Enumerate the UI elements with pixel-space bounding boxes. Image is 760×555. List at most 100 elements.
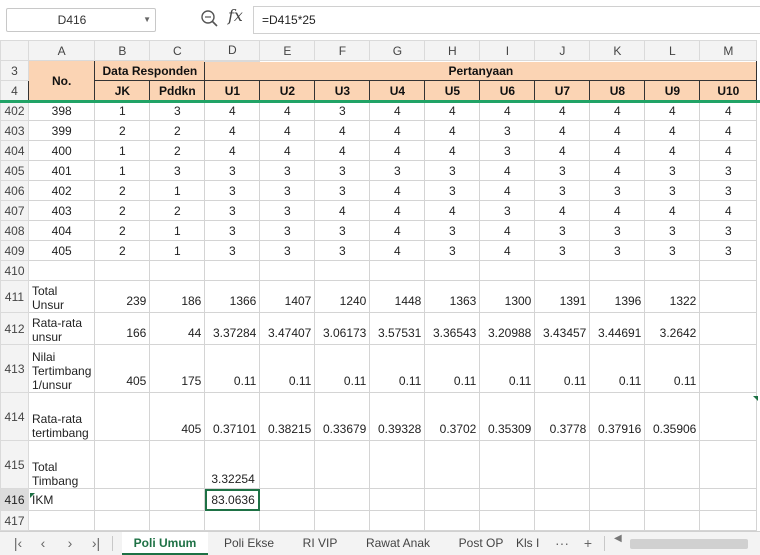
cell[interactable]: 0.11 [259,344,316,393]
tab-poli-ekse[interactable]: Poli Ekse [214,532,284,555]
column-header-b[interactable]: B [94,40,151,61]
cell[interactable]: 4 [589,140,646,161]
column-header-c[interactable]: C [149,40,206,61]
cell[interactable]: 4 [589,200,646,221]
row-header[interactable]: 409 [0,240,29,261]
scroll-thumb[interactable] [630,539,748,549]
cell[interactable]: 405 [94,344,151,393]
add-sheet-icon[interactable]: + [578,532,598,554]
tab-ri-vip[interactable]: RI VIP [290,532,350,555]
cell[interactable] [94,392,151,441]
cell[interactable] [424,260,481,281]
row-header[interactable]: 404 [0,140,29,161]
cell[interactable] [699,488,758,511]
cell[interactable] [424,440,481,489]
cell[interactable] [699,260,758,281]
cell[interactable]: 2 [94,180,151,201]
cell[interactable]: 3.43457 [534,312,591,345]
cell[interactable]: 3 [479,200,536,221]
total-timbang-value[interactable]: 3.32254 [204,440,261,489]
column-header-a[interactable]: A [27,40,96,61]
cell[interactable]: 1448 [369,280,426,313]
cell[interactable] [534,440,591,489]
cell[interactable]: 4 [589,120,646,141]
cell[interactable] [589,488,646,511]
cell[interactable]: 0.35906 [644,392,701,441]
cell[interactable]: 4 [259,120,316,141]
cell[interactable] [644,260,701,281]
cell[interactable]: 3 [589,180,646,201]
cell[interactable]: 3 [479,140,536,161]
more-sheets-icon[interactable]: ··· [552,532,572,554]
row-header[interactable]: 406 [0,180,29,201]
ikm-value-active-cell[interactable]: 83.0636 [204,488,261,511]
cell[interactable]: 3 [644,240,701,261]
cell[interactable]: 1366 [204,280,261,313]
cell[interactable] [259,260,316,281]
cell[interactable]: 1396 [589,280,646,313]
row-header[interactable]: 413 [0,344,29,393]
column-header-e[interactable]: E [259,40,316,61]
cell[interactable]: 4 [479,100,536,121]
header-u10[interactable]: U10 [699,80,758,101]
cell[interactable] [314,488,371,511]
column-header-d[interactable]: D [204,40,261,62]
cell[interactable]: 2 [149,140,206,161]
column-header-l[interactable]: L [644,40,701,61]
header-u1[interactable]: U1 [204,80,261,101]
cell[interactable]: 3 [204,220,261,241]
column-header-g[interactable]: G [369,40,426,61]
cell[interactable]: 3 [259,220,316,241]
cell[interactable] [644,488,701,511]
cell[interactable]: 0.3778 [534,392,591,441]
cell[interactable]: 4 [369,180,426,201]
cell[interactable]: 2 [94,120,151,141]
cell[interactable]: 1 [149,240,206,261]
cell[interactable]: 4 [314,200,371,221]
cell[interactable]: 4 [644,100,701,121]
header-no[interactable]: No. [27,60,96,101]
cell[interactable]: 3 [699,180,758,201]
cell[interactable]: 0.11 [534,344,591,393]
cell[interactable]: 1407 [259,280,316,313]
cell[interactable]: 0.33679 [314,392,371,441]
cell[interactable] [149,488,206,511]
cell[interactable] [644,440,701,489]
cell[interactable]: 0.11 [369,344,426,393]
cell[interactable] [589,440,646,489]
header-u4[interactable]: U4 [369,80,426,101]
cell[interactable]: 405 [27,240,96,261]
sheet-table[interactable]: A B C D E F G H I J K L M 3 No. Data Responden Pertanyaa… [0,40,758,531]
cell[interactable]: 4 [424,140,481,161]
prev-sheet-icon[interactable]: ‹ [33,532,53,554]
cell[interactable] [369,440,426,489]
cell[interactable] [204,260,261,281]
cell[interactable]: 1300 [479,280,536,313]
row-header[interactable]: 415 [0,440,29,489]
chevron-down-icon[interactable]: ▼ [143,9,151,31]
cell[interactable]: 3.47407 [259,312,316,345]
insert-function-icon[interactable]: fx [228,6,243,25]
last-sheet-icon[interactable]: ›| [86,532,106,554]
row-label[interactable]: IKM [27,488,96,511]
cell[interactable]: 3 [644,220,701,241]
cell[interactable]: 0.37101 [204,392,261,441]
cell[interactable] [369,510,426,531]
cell[interactable]: 3 [699,160,758,181]
column-header-h[interactable]: H [424,40,481,61]
column-header-m[interactable]: M [699,40,758,61]
cell[interactable]: 3 [534,160,591,181]
cell[interactable]: 4 [589,100,646,121]
cell[interactable]: 405 [149,392,206,441]
row-label[interactable]: Total Unsur [27,280,96,313]
cell[interactable] [259,440,316,489]
cell[interactable] [479,488,536,511]
cell[interactable]: 3 [424,240,481,261]
cell[interactable]: 4 [644,120,701,141]
first-sheet-icon[interactable]: |‹ [8,532,28,554]
cell[interactable]: 1 [94,160,151,181]
cell[interactable]: 3 [589,240,646,261]
cell[interactable]: 3.37284 [204,312,261,345]
cell[interactable] [479,260,536,281]
cell[interactable]: 0.3702 [424,392,481,441]
